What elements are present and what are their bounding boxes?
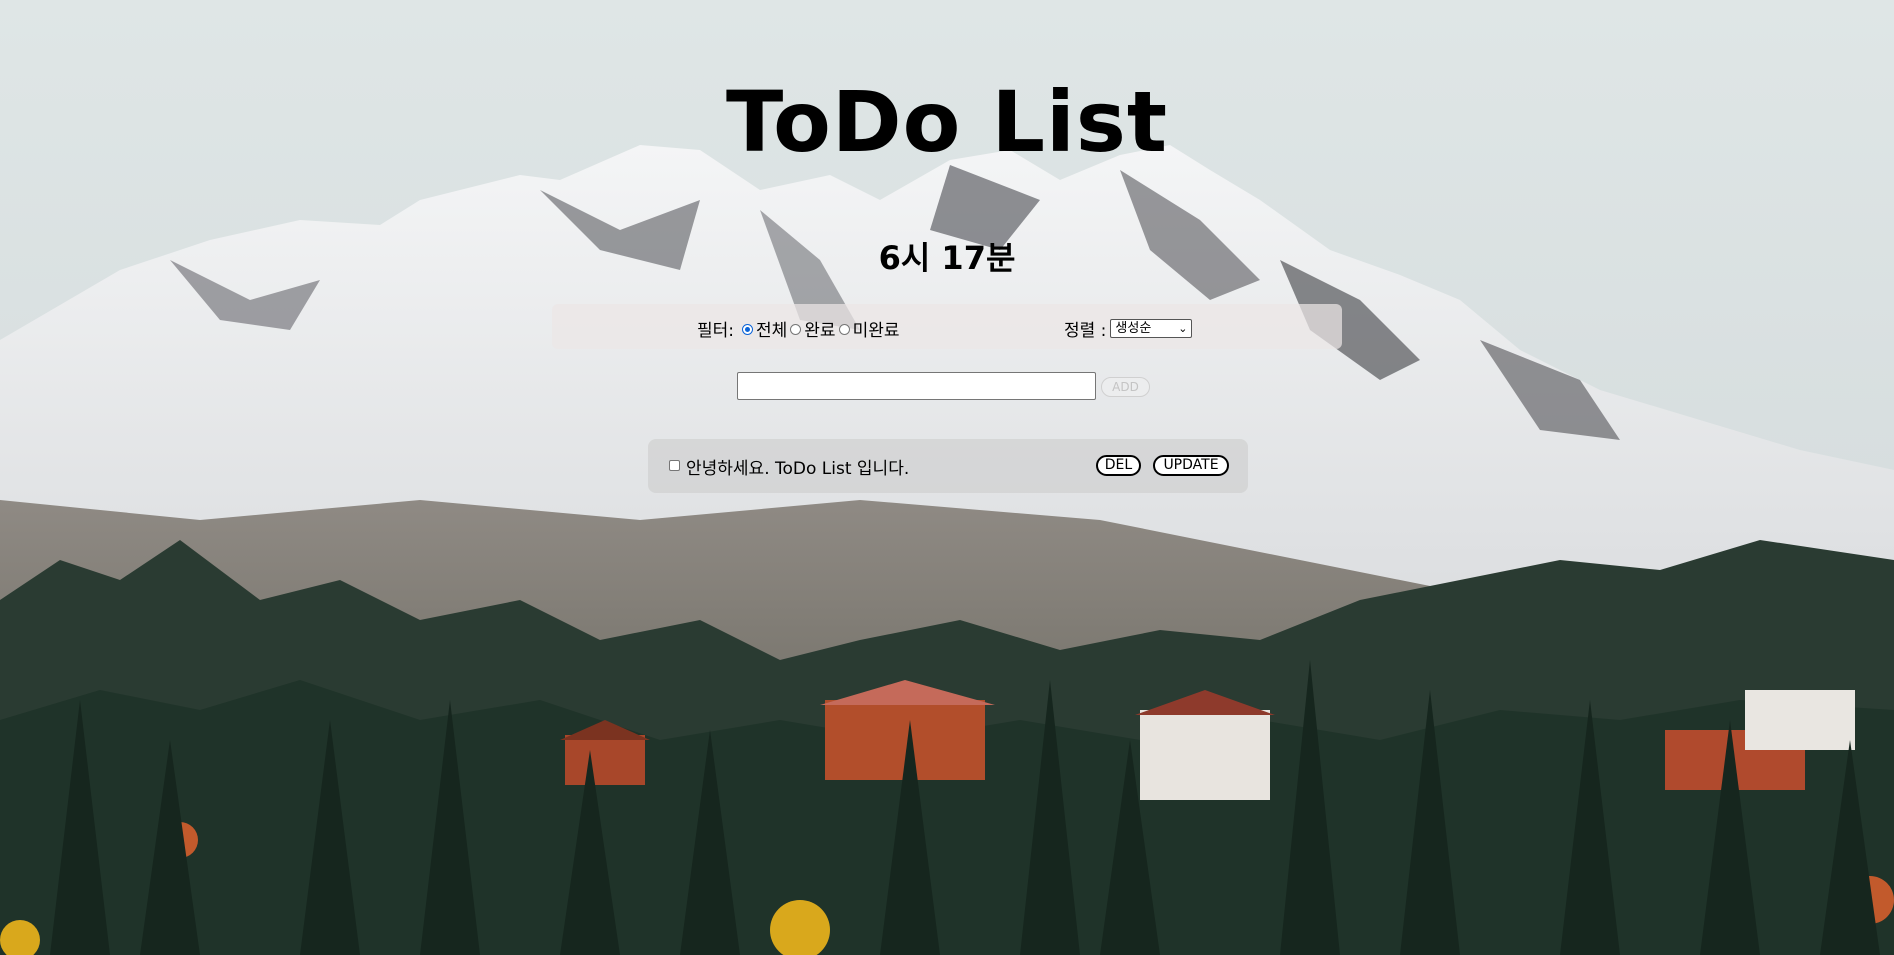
- sort-group: 정렬 : 생성순 ⌄: [1064, 316, 1193, 341]
- filter-option-label: 전체: [756, 321, 788, 341]
- clock-display: 6시 17분: [878, 239, 1016, 277]
- filter-radio-all[interactable]: [742, 324, 754, 335]
- add-button[interactable]: ADD: [1101, 377, 1150, 397]
- filter-option-done[interactable]: 완료: [788, 316, 836, 341]
- filter-label: 필터:: [697, 321, 735, 341]
- filter-group: 필터: 전체 완료 미완료: [697, 316, 901, 341]
- sort-selected-value: 생성순: [1115, 321, 1152, 336]
- delete-button[interactable]: DEL: [1096, 455, 1141, 476]
- filter-option-label: 완료: [804, 321, 836, 341]
- sort-label: 정렬 :: [1064, 321, 1107, 341]
- chevron-down-icon: ⌄: [1178, 322, 1188, 335]
- todo-input[interactable]: [737, 372, 1096, 400]
- filter-radio-undone[interactable]: [838, 324, 850, 335]
- todo-item: 안녕하세요. ToDo List 입니다. DEL UPDATE: [648, 439, 1248, 493]
- todo-checkbox[interactable]: [669, 460, 680, 471]
- filter-option-undone[interactable]: 미완료: [837, 316, 900, 341]
- todo-app: ToDo List 6시 17분 필터: 전체 완료 미완료 정렬 : 생성순 …: [0, 0, 1894, 955]
- todo-text: 안녕하세요. ToDo List 입니다.: [686, 459, 910, 479]
- filter-option-all[interactable]: 전체: [740, 316, 787, 341]
- page-title: ToDo List: [725, 73, 1168, 171]
- filter-option-label: 미완료: [852, 321, 900, 341]
- control-bar: 필터: 전체 완료 미완료 정렬 : 생성순 ⌄: [552, 304, 1342, 349]
- update-button[interactable]: UPDATE: [1153, 455, 1229, 476]
- sort-select[interactable]: 생성순 ⌄: [1110, 319, 1193, 338]
- filter-radio-done[interactable]: [790, 324, 802, 335]
